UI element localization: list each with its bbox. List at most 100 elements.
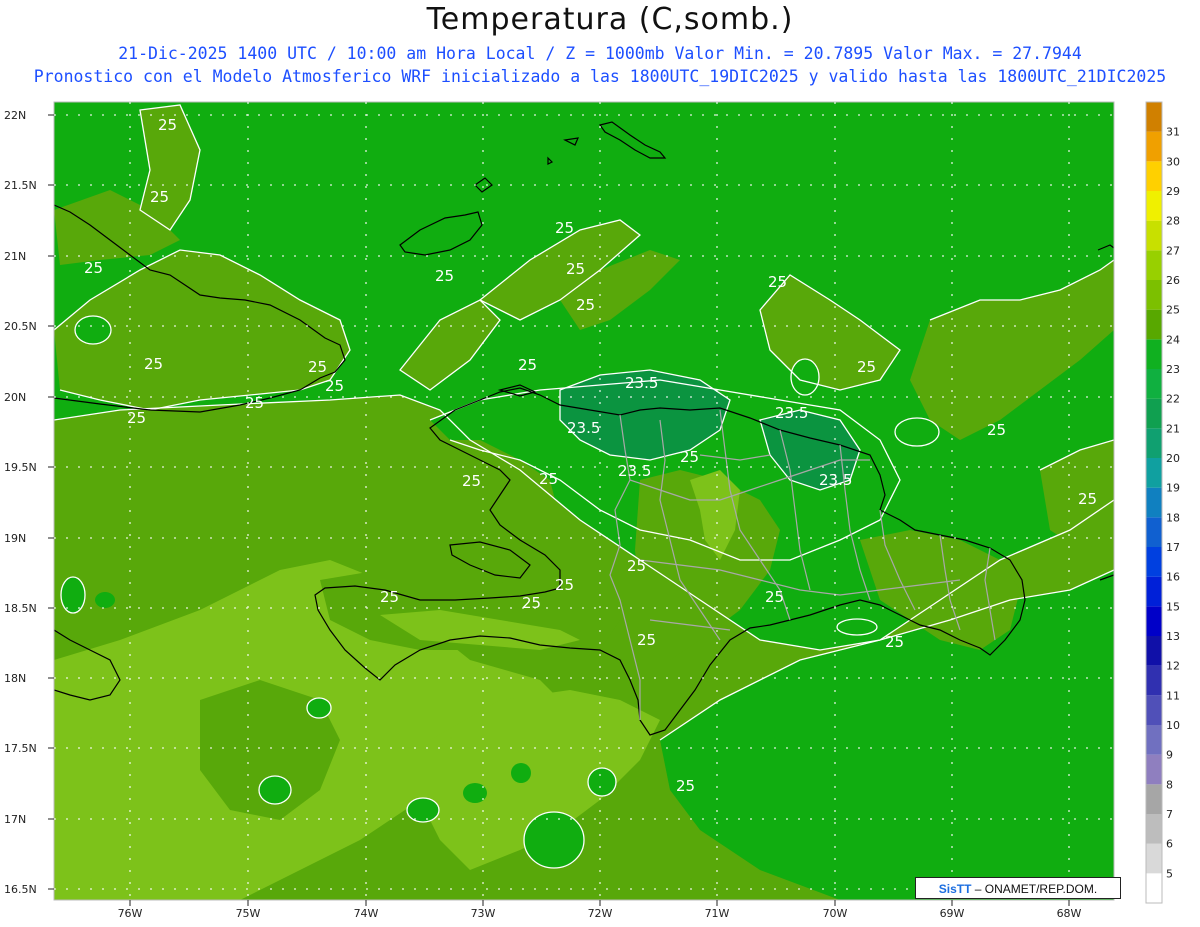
colorbar-label: 24	[1166, 333, 1180, 346]
colorbar-label: 29	[1166, 185, 1180, 198]
lon-ticks	[129, 900, 1070, 906]
colorbar-swatch	[1146, 220, 1162, 251]
lon-label: 69W	[940, 907, 965, 920]
colorbar-label: 17	[1166, 541, 1180, 554]
temperature-field	[54, 102, 1114, 900]
colorbar-swatch	[1146, 784, 1162, 814]
contour-label: 25	[325, 377, 344, 395]
contour-label: 25	[676, 777, 695, 795]
contour-label: 25	[158, 116, 177, 134]
lat-label: 16.5N	[4, 883, 37, 896]
colorbar-swatch	[1146, 398, 1162, 429]
colorbar-swatch	[1146, 428, 1162, 458]
colorbar-label: 28	[1166, 215, 1180, 228]
contour-label: 25	[555, 576, 574, 594]
colorbar-swatch	[1146, 487, 1162, 518]
contour-label: 23.5	[618, 462, 651, 480]
colorbar-swatch	[1146, 695, 1162, 725]
contour-label: 25	[857, 358, 876, 376]
contour-label: 25	[127, 409, 146, 427]
lon-label: 71W	[705, 907, 730, 920]
lon-label: 68W	[1057, 907, 1082, 920]
contour-label: 23.5	[775, 404, 808, 422]
contour-label: 25	[566, 260, 585, 278]
contour-label: 25	[1078, 490, 1097, 508]
colorbar-swatch	[1146, 576, 1162, 607]
colorbar-label: 13	[1166, 630, 1180, 643]
contour-label: 25	[522, 594, 541, 612]
colorbar-swatch	[1146, 131, 1162, 162]
lat-label: 21.5N	[4, 179, 37, 192]
lat-label: 20.5N	[4, 320, 37, 333]
colorbar-swatch	[1146, 754, 1162, 785]
colorbar-swatch	[1146, 843, 1162, 874]
colorbar-label: 19	[1166, 482, 1180, 495]
lat-label: 18N	[4, 672, 26, 685]
colorbar-label: 16	[1166, 571, 1180, 584]
lon-label: 70W	[823, 907, 848, 920]
colorbar-swatch	[1146, 606, 1162, 636]
lat-label: 19N	[4, 532, 26, 545]
contour-label: 25	[539, 470, 558, 488]
lat-axis: 22N 21.5N 21N 20.5N 20N 19.5N 19N 18.5N …	[4, 109, 37, 896]
contour-label: 25	[462, 472, 481, 490]
colorbar-label: 22	[1166, 393, 1180, 406]
contour-label: 25	[885, 633, 904, 651]
lon-axis: 76W 75W 74W 73W 72W 71W 70W 69W 68W	[118, 907, 1082, 920]
contour-label: 25	[768, 273, 787, 291]
colorbar-label: 9	[1166, 749, 1173, 762]
colorbar-label: 5	[1166, 867, 1173, 880]
colorbar-label: 7	[1166, 808, 1173, 821]
colorbar-label: 26	[1166, 274, 1180, 287]
colorbar-label: 18	[1166, 511, 1180, 524]
lon-label: 73W	[471, 907, 496, 920]
colorbar-swatch	[1146, 665, 1162, 696]
colorbar-label: 23	[1166, 363, 1180, 376]
contour-label: 23.5	[567, 419, 600, 437]
colorbar-label: 11	[1166, 689, 1180, 702]
contour-label: 25	[627, 557, 646, 575]
colorbar-label: 8	[1166, 778, 1173, 791]
colorbar-swatch	[1146, 369, 1162, 399]
colorbar-swatch	[1146, 636, 1162, 666]
colorbar-label: 27	[1166, 244, 1180, 257]
lon-label: 74W	[354, 907, 379, 920]
colorbar-label: 30	[1166, 155, 1180, 168]
lat-label: 20N	[4, 391, 26, 404]
contour-label: 25	[380, 588, 399, 606]
colorbar-swatch	[1146, 517, 1162, 547]
lat-label: 21N	[4, 250, 26, 263]
colorbar-label: 25	[1166, 304, 1180, 317]
credit-text: – ONAMET/REP.DOM.	[971, 882, 1098, 896]
contour-label: 25	[765, 588, 784, 606]
contour-label: 25	[308, 358, 327, 376]
colorbar-label: 6	[1166, 838, 1173, 851]
lat-label: 22N	[4, 109, 26, 122]
lon-label: 75W	[236, 907, 261, 920]
colorbar-label: 12	[1166, 660, 1180, 673]
colorbar-swatch	[1146, 547, 1162, 577]
contour-label: 25	[435, 267, 454, 285]
colorbar-swatch	[1146, 309, 1162, 340]
colorbar-swatch	[1146, 280, 1162, 310]
lon-label: 76W	[118, 907, 143, 920]
contour-label: 25	[576, 296, 595, 314]
lat-label: 17.5N	[4, 742, 37, 755]
contour-label: 25	[150, 188, 169, 206]
colorbar-swatch	[1146, 161, 1162, 191]
colorbar-label: 31	[1166, 126, 1180, 139]
lat-label: 17N	[4, 813, 26, 826]
sistt-logo: SisTT	[938, 882, 972, 896]
colorbar-label: 15	[1166, 600, 1180, 613]
colorbar-swatch	[1146, 250, 1162, 280]
contour-label: 25	[144, 355, 163, 373]
colorbar-swatch	[1146, 873, 1162, 903]
colorbar: 5 6 7 8 9 10 11 12 13 15 16 17 18 19 20 21 22 23 24 25 26 27 2…	[1145, 101, 1180, 904]
colorbar-swatch	[1146, 339, 1162, 369]
colorbar-swatch	[1146, 458, 1162, 488]
contour-label: 25	[84, 259, 103, 277]
lon-label: 72W	[588, 907, 613, 920]
colorbar-swatch	[1146, 102, 1162, 132]
colorbar-label: 21	[1166, 422, 1180, 435]
contour-label: 25	[637, 631, 656, 649]
